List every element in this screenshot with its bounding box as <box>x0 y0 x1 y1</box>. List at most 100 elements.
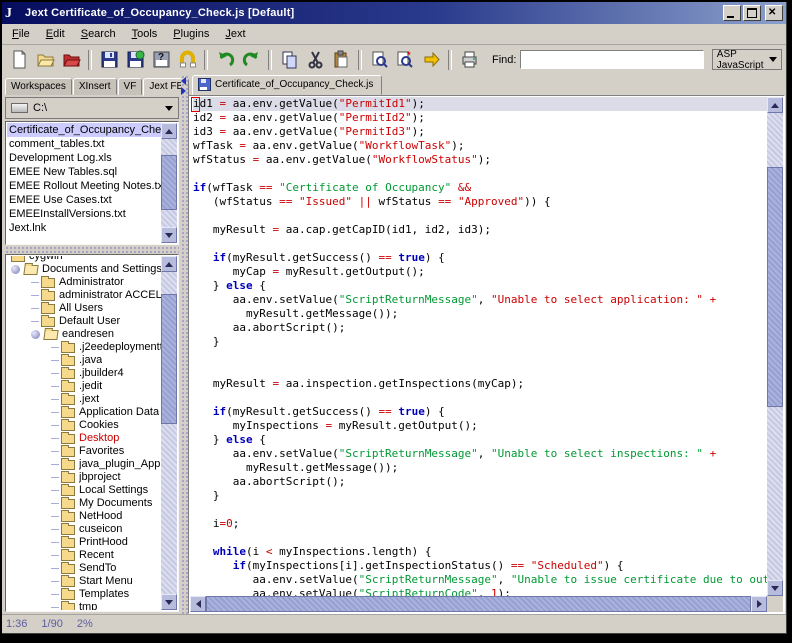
scroll-down-button[interactable] <box>161 227 177 243</box>
file-item[interactable]: Certificate_of_Occupancy_Check.js <box>7 123 161 137</box>
tree-item--jedit[interactable]: .jedit <box>7 380 161 393</box>
scroll-thumb[interactable] <box>767 167 783 407</box>
file-item[interactable]: Jext.lnk <box>7 221 161 235</box>
tree-item-printhood[interactable]: PrintHood <box>7 536 161 549</box>
tree-item--jext[interactable]: .jext <box>7 393 161 406</box>
scroll-up-button[interactable] <box>767 97 783 113</box>
tree-item-cygwin[interactable]: cygwin <box>7 256 161 263</box>
tree-item--java[interactable]: .java <box>7 354 161 367</box>
tree-item-cookies[interactable]: Cookies <box>7 419 161 432</box>
tree-item-desktop[interactable]: Desktop <box>7 432 161 445</box>
tree-item-favorites[interactable]: Favorites <box>7 445 161 458</box>
tab-vf[interactable]: VF <box>118 78 143 95</box>
drive-combo[interactable]: C:\ <box>5 97 179 119</box>
scroll-up-button[interactable] <box>161 123 177 139</box>
tree-item-all-users[interactable]: All Users <box>7 302 161 315</box>
tree-item-sendto[interactable]: SendTo <box>7 562 161 575</box>
tree-item-administrator-accela[interactable]: administrator ACCELA <box>7 289 161 302</box>
file-item[interactable]: Development Log.xls <box>7 151 161 165</box>
tree-item-documents-and-settings[interactable]: Documents and Settings <box>7 263 161 276</box>
print-button[interactable] <box>457 48 481 71</box>
tab-workspaces[interactable]: Workspaces <box>5 78 72 95</box>
menu-tools[interactable]: Tools <box>124 26 166 42</box>
collapse-left-icon[interactable] <box>181 77 186 85</box>
file-item[interactable]: comment_tables.txt <box>7 137 161 151</box>
tree-item-java-plugin-appletstore[interactable]: java_plugin_AppletStore <box>7 458 161 471</box>
tree-item-my-documents[interactable]: My Documents <box>7 497 161 510</box>
expand-handle-icon[interactable] <box>31 330 40 339</box>
tree-item-nethood[interactable]: NetHood <box>7 510 161 523</box>
magnet-button[interactable] <box>175 48 199 71</box>
scroll-down-button[interactable] <box>161 594 177 610</box>
file-item[interactable]: EMEE Use Cases.txt <box>7 193 161 207</box>
code-editor[interactable]: id1 = aa.env.getValue("PermitId1");id2 =… <box>190 97 767 596</box>
scroll-right-button[interactable] <box>751 596 767 612</box>
tree-item-templates[interactable]: Templates <box>7 588 161 601</box>
tree-item--jbuilder4[interactable]: .jbuilder4 <box>7 367 161 380</box>
tree-item-tmp[interactable]: tmp <box>7 601 161 610</box>
scroll-down-button[interactable] <box>767 580 783 596</box>
close-button[interactable]: ✕ <box>765 5 783 21</box>
cut-button[interactable] <box>303 48 327 71</box>
file-list-scrollbar[interactable] <box>161 123 177 243</box>
menu-jext[interactable]: Jext <box>217 26 253 42</box>
tree-item-label: Documents and Settings <box>42 263 161 276</box>
syntax-mode-combo[interactable]: ASP JavaScript <box>712 49 782 70</box>
title-bar[interactable]: J Jext Certificate_of_Occupancy_Check.js… <box>2 2 786 24</box>
minimize-button[interactable] <box>723 5 741 21</box>
scroll-up-button[interactable] <box>161 256 177 272</box>
editor-vertical-scrollbar[interactable] <box>767 97 783 596</box>
tree-branch-line <box>31 308 39 309</box>
tree-item-recent[interactable]: Recent <box>7 549 161 562</box>
find-button[interactable] <box>367 48 391 71</box>
tree-item-start-menu[interactable]: Start Menu <box>7 575 161 588</box>
copy-button[interactable] <box>277 48 301 71</box>
menu-search[interactable]: Search <box>73 26 124 42</box>
tree-item-label: Default User <box>59 315 120 328</box>
open-file-button[interactable] <box>33 48 57 71</box>
scroll-left-button[interactable] <box>190 596 206 612</box>
menu-edit[interactable]: Edit <box>38 26 73 42</box>
find-input[interactable] <box>520 50 703 69</box>
tree-scrollbar[interactable] <box>161 256 177 610</box>
code-token: else <box>226 279 253 292</box>
find-next-button[interactable] <box>419 48 443 71</box>
code-line: myResult = aa.inspection.getInspections(… <box>193 377 767 391</box>
tree-item-administrator[interactable]: Administrator <box>7 276 161 289</box>
undo-button[interactable] <box>213 48 237 71</box>
tree-branch-line <box>51 490 59 491</box>
tree-item-default-user[interactable]: Default User <box>7 315 161 328</box>
tab-xinsert[interactable]: XInsert <box>73 78 117 95</box>
file-item[interactable]: EMEE Rollout Meeting Notes.txt <box>7 179 161 193</box>
editor-tab[interactable]: Certificate_of_Occupancy_Check.js <box>192 75 382 95</box>
scroll-thumb[interactable] <box>161 294 177 424</box>
tree-item-local-settings[interactable]: Local Settings <box>7 484 161 497</box>
editor-horizontal-scrollbar[interactable] <box>190 596 767 612</box>
file-saved-icon <box>198 78 211 91</box>
new-file-button[interactable] <box>7 48 31 71</box>
tree-item-eandresen[interactable]: eandresen <box>7 328 161 341</box>
collapse-right-icon[interactable] <box>181 87 186 95</box>
vertical-splitter[interactable] <box>181 75 188 614</box>
code-token: } <box>193 489 220 502</box>
scroll-thumb[interactable] <box>161 155 177 210</box>
find-replace-button[interactable]: * <box>393 48 417 71</box>
expand-handle-icon[interactable] <box>11 265 20 274</box>
save-button[interactable] <box>97 48 121 71</box>
file-item[interactable]: EMEE New Tables.sql <box>7 165 161 179</box>
maximize-button[interactable] <box>743 5 761 21</box>
scroll-thumb[interactable] <box>206 596 751 612</box>
close-file-button[interactable] <box>59 48 83 71</box>
horizontal-splitter[interactable] <box>5 246 179 253</box>
paste-button[interactable] <box>329 48 353 71</box>
file-item[interactable]: EMEEInstallVersions.txt <box>7 207 161 221</box>
tree-item-cuseicon[interactable]: cuseicon <box>7 523 161 536</box>
menu-plugins[interactable]: Plugins <box>165 26 217 42</box>
tree-item--j2eedeploymenttool[interactable]: .j2eedeploymenttool <box>7 341 161 354</box>
menu-file[interactable]: File <box>4 26 38 42</box>
save-all-button[interactable] <box>123 48 147 71</box>
tree-item-jbproject[interactable]: jbproject <box>7 471 161 484</box>
redo-button[interactable] <box>239 48 263 71</box>
tree-item-application-data[interactable]: Application Data <box>7 406 161 419</box>
save-as-button[interactable]: ? <box>149 48 173 71</box>
